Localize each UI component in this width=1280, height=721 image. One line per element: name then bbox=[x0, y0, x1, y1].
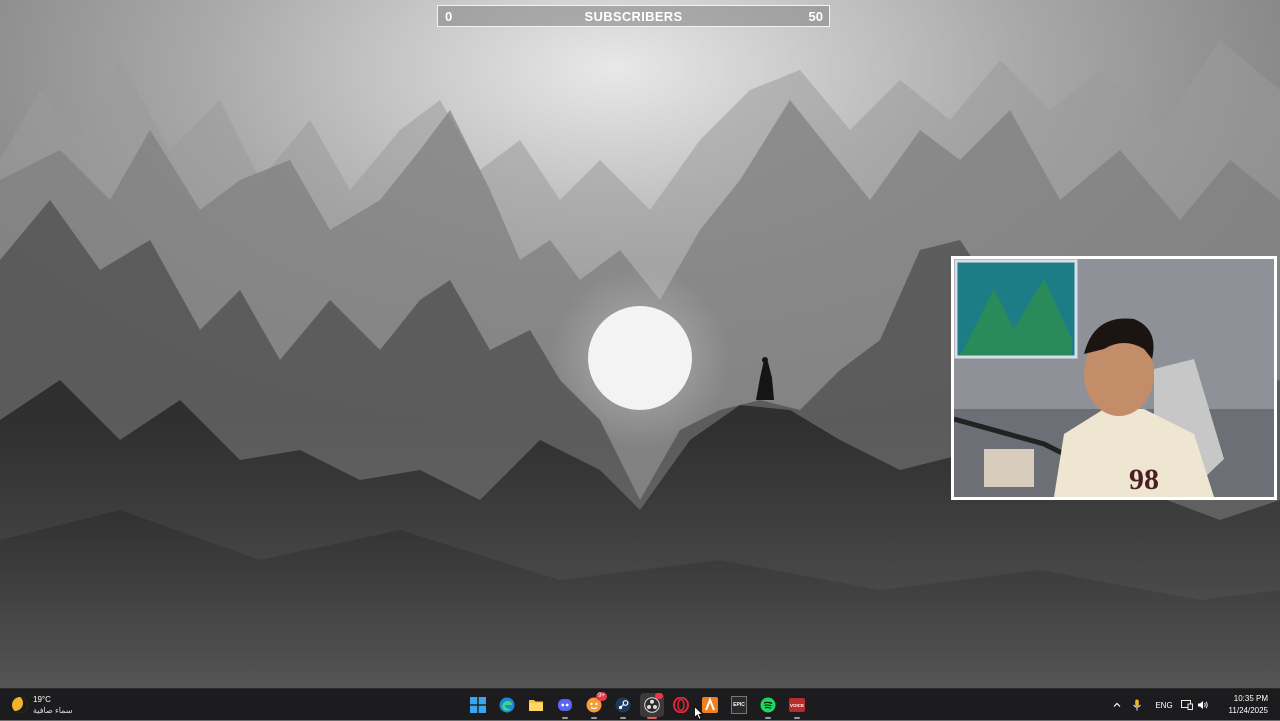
windows-logo-icon bbox=[470, 697, 486, 713]
taskbar-chat-app[interactable]: 9+ bbox=[582, 692, 607, 719]
volume-tray-button[interactable] bbox=[1196, 689, 1210, 721]
active-indicator bbox=[647, 717, 657, 719]
subscriber-goal-bar: 0 SUBSCRIBERS 50 bbox=[437, 5, 830, 27]
moon-icon bbox=[12, 697, 28, 713]
edge-icon bbox=[499, 697, 515, 713]
weather-condition: سماء صافية bbox=[33, 706, 73, 715]
svg-text:98: 98 bbox=[1129, 463, 1159, 496]
voicemeeter-icon: VOICE bbox=[789, 698, 805, 712]
mouse-cursor-icon bbox=[694, 706, 704, 720]
running-indicator bbox=[794, 717, 800, 719]
running-indicator bbox=[591, 717, 597, 719]
discord-icon bbox=[557, 697, 573, 713]
recording-dot bbox=[655, 693, 663, 699]
webcam-scene: 98 bbox=[954, 259, 1274, 497]
running-indicator bbox=[765, 717, 771, 719]
weather-temperature: 19°C bbox=[33, 695, 51, 704]
subscriber-goal-label: SUBSCRIBERS bbox=[584, 9, 683, 24]
subscriber-goal-max: 50 bbox=[808, 9, 823, 24]
taskbar: 19°C سماء صافية 9+ EPIC VOICE ENG 10:35 … bbox=[0, 688, 1280, 720]
taskbar-spotify[interactable] bbox=[756, 693, 780, 719]
opera-icon bbox=[673, 697, 689, 713]
orange-a-icon bbox=[702, 697, 718, 713]
webcam-feed: 98 bbox=[951, 256, 1277, 500]
epic-games-icon: EPIC bbox=[731, 696, 747, 714]
system-tray: ENG 10:35 PM 11/24/2025 bbox=[1110, 689, 1280, 721]
network-tray-button[interactable] bbox=[1180, 689, 1194, 721]
taskbar-opera[interactable] bbox=[669, 693, 693, 717]
taskbar-voicemeeter[interactable]: VOICE bbox=[785, 693, 809, 719]
taskbar-epic-games[interactable]: EPIC bbox=[727, 693, 751, 717]
running-indicator bbox=[620, 717, 626, 719]
clock-date: 11/24/2025 bbox=[1228, 706, 1268, 715]
running-indicator bbox=[562, 717, 568, 719]
steam-icon bbox=[615, 697, 631, 713]
taskbar-steam[interactable] bbox=[611, 693, 635, 719]
chevron-up-icon bbox=[1113, 702, 1121, 707]
network-icon bbox=[1181, 700, 1193, 710]
clock[interactable]: 10:35 PM 11/24/2025 bbox=[1218, 693, 1268, 717]
microphone-icon bbox=[1133, 699, 1141, 711]
microphone-tray-button[interactable] bbox=[1130, 689, 1144, 721]
taskbar-obs[interactable] bbox=[640, 693, 664, 719]
show-hidden-icons-button[interactable] bbox=[1110, 689, 1124, 721]
speaker-icon bbox=[1198, 701, 1208, 709]
language-indicator[interactable]: ENG bbox=[1152, 689, 1176, 721]
desktop[interactable]: 0 SUBSCRIBERS 50 98 bbox=[0, 0, 1280, 688]
notification-badge: 9+ bbox=[596, 692, 607, 701]
taskbar-edge[interactable] bbox=[495, 693, 519, 717]
taskbar-discord[interactable] bbox=[553, 693, 577, 719]
spotify-icon bbox=[760, 697, 776, 713]
taskbar-start-button[interactable] bbox=[466, 693, 490, 717]
voicemeeter-label: VOICE bbox=[789, 702, 804, 708]
taskbar-file-explorer[interactable] bbox=[524, 693, 548, 717]
folder-icon bbox=[528, 697, 544, 713]
obs-icon bbox=[644, 697, 660, 713]
clock-time: 10:35 PM bbox=[1233, 694, 1268, 703]
epic-games-label: EPIC bbox=[733, 702, 745, 708]
